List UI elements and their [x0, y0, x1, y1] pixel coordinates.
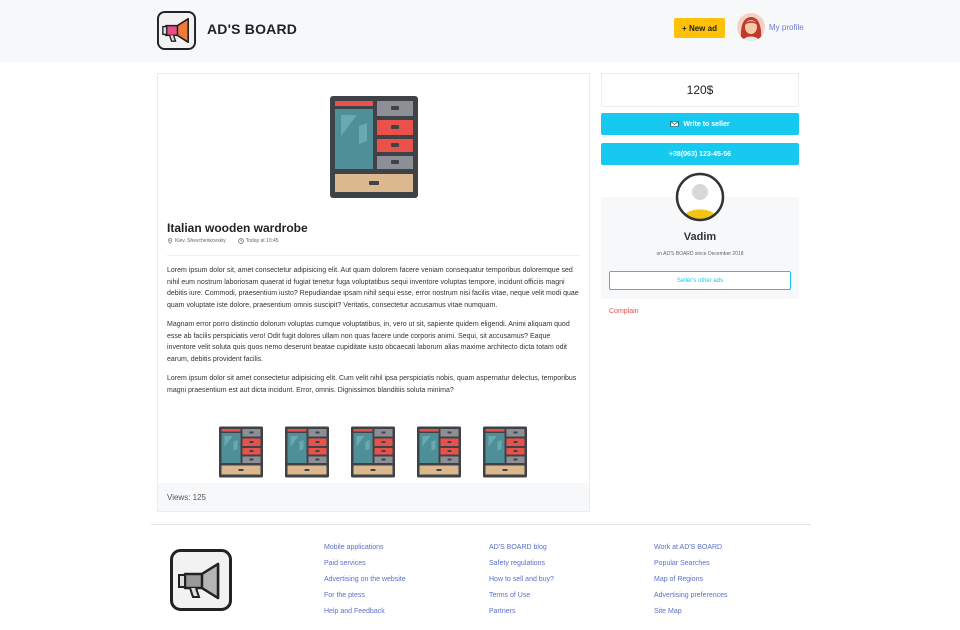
ad-card: Italian wooden wardrobe Kiev, Shevchenko…: [157, 73, 590, 512]
thumbnail-image[interactable]: [219, 426, 263, 478]
description-paragraph: Magnam error porro distinctio dolorum vo…: [167, 321, 570, 363]
ad-title: Italian wooden wardrobe: [167, 221, 308, 235]
new-ad-button[interactable]: + New ad: [674, 18, 725, 38]
megaphone-logo-icon[interactable]: [170, 549, 232, 611]
seller-name: Vadim: [683, 231, 717, 243]
footer-column-1: Mobile applications Paid services Advert…: [324, 540, 406, 620]
footer-link[interactable]: Terms of Use: [489, 588, 554, 604]
footer-link[interactable]: Paid services: [324, 556, 406, 572]
thumbnail-image[interactable]: [285, 426, 329, 478]
seller-since: on AD'S BOARD since December 2018: [656, 251, 744, 257]
footer-divider: [151, 524, 811, 525]
footer-link[interactable]: Help and Feedback: [324, 604, 406, 620]
top-header: AD'S BOARD + New ad My profile: [0, 0, 960, 62]
envelope-icon: [670, 121, 680, 127]
complain-link[interactable]: Complain: [609, 308, 639, 315]
megaphone-logo-icon[interactable]: [157, 11, 196, 50]
avatar[interactable]: [737, 13, 765, 41]
description-paragraph: Lorem ipsum dolor sit amet consectetur a…: [167, 375, 577, 394]
footer-link[interactable]: Work at AD'S BOARD: [654, 540, 728, 556]
write-to-seller-label: Write to seller: [683, 120, 730, 128]
divider: [167, 255, 580, 256]
ad-location: Kiev, Shevchenkovskiy: [175, 238, 226, 244]
phone-button[interactable]: +38(063) 123-45-56: [601, 143, 799, 165]
description-paragraph: Lorem ipsum dolor sit, amet consectetur …: [167, 267, 579, 309]
ad-posted-time: Today at 10:45: [245, 238, 279, 244]
thumbnail-image[interactable]: [417, 426, 461, 478]
footer-link[interactable]: For the ptess: [324, 588, 406, 604]
footer-link[interactable]: Advertising preferences: [654, 588, 728, 604]
footer-column-2: AD'S BOARD blog Safety regulations How t…: [489, 540, 554, 620]
footer-link[interactable]: Advertising on the website: [324, 572, 406, 588]
thumbnail-image[interactable]: [351, 426, 395, 478]
views-count: Views: 125: [158, 483, 589, 511]
write-to-seller-button[interactable]: Write to seller: [601, 113, 799, 135]
footer-link[interactable]: Site Map: [654, 604, 728, 620]
ad-description: Lorem ipsum dolor sit, amet consectetur …: [167, 265, 580, 404]
ad-meta: Kiev, Shevchenkovskiy Today at 10:45: [167, 238, 291, 244]
footer-link[interactable]: Safety regulations: [489, 556, 554, 572]
brand-title[interactable]: AD'S BOARD: [207, 21, 297, 37]
thumbnail-image[interactable]: [483, 426, 527, 478]
seller-other-ads-button[interactable]: Seller's other ads: [609, 271, 791, 290]
footer-link[interactable]: Mobile applications: [324, 540, 406, 556]
footer-link[interactable]: Map of Regions: [654, 572, 728, 588]
footer-link[interactable]: Partners: [489, 604, 554, 620]
clock-icon: [238, 238, 244, 244]
wardrobe-image[interactable]: [329, 96, 419, 198]
price: 120$: [601, 73, 799, 107]
footer-link[interactable]: How to sell and buy?: [489, 572, 554, 588]
thumbnail-gallery: [219, 426, 549, 478]
footer-column-3: Work at AD'S BOARD Popular Searches Map …: [654, 540, 728, 620]
location-pin-icon: [167, 238, 173, 244]
user-avatar-icon: [675, 172, 725, 222]
footer-link[interactable]: Popular Searches: [654, 556, 728, 572]
footer-link[interactable]: AD'S BOARD blog: [489, 540, 554, 556]
my-profile-link[interactable]: My profile: [769, 23, 804, 32]
